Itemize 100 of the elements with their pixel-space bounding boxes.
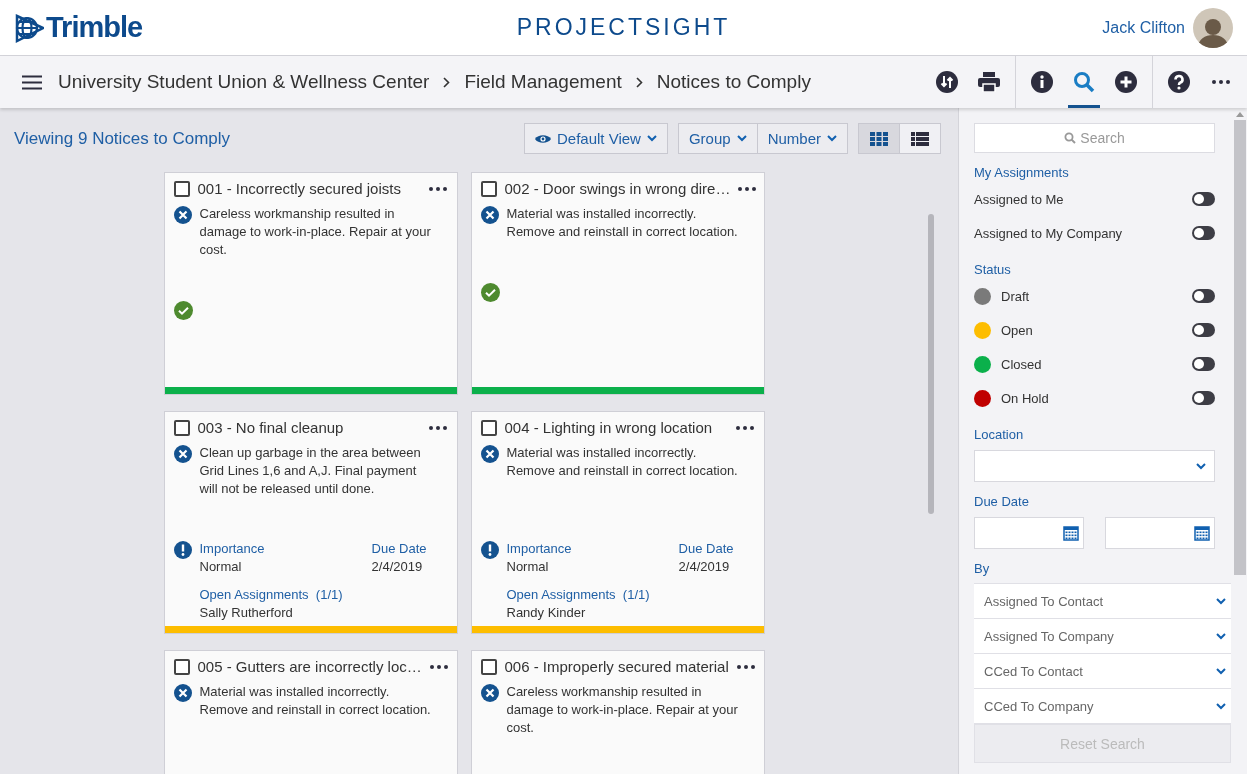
chevron-right-icon — [443, 76, 451, 88]
more-icon — [738, 186, 757, 191]
card-checkbox[interactable] — [173, 658, 190, 675]
breadcrumb[interactable]: University Student Union & Wellness Center — [58, 71, 430, 93]
grid-view-button[interactable] — [858, 123, 900, 154]
card-description: Material was installed incorrectly. Remove and reinstall in correct location. — [199, 683, 432, 719]
more-icon — [429, 664, 448, 669]
x-circle-icon — [173, 445, 192, 463]
section-heading: By — [974, 561, 991, 576]
chevron-right-icon — [635, 76, 643, 88]
check-circle-icon — [173, 301, 193, 320]
list-view-button[interactable] — [899, 123, 941, 154]
card-description: Material was installed incorrectly. Remove and reinstall in correct location. — [506, 205, 739, 241]
card-checkbox[interactable] — [480, 419, 497, 436]
breadcrumb[interactable]: Field Management — [464, 71, 622, 93]
toggle-switch[interactable] — [1192, 391, 1215, 405]
section-heading: Status — [974, 262, 1012, 277]
toggle-switch[interactable] — [1192, 226, 1215, 240]
card-title[interactable]: 006 - Improperly secured material — [504, 658, 729, 675]
toggle-switch[interactable] — [1192, 357, 1215, 371]
importance-value: Normal — [506, 558, 550, 576]
card-checkbox[interactable] — [173, 180, 190, 197]
app-title: PROJECTSIGHT — [516, 14, 731, 40]
view-dropdown[interactable]: Default View — [524, 123, 668, 154]
scrollbar-thumb[interactable] — [928, 214, 934, 514]
due-date-label: Due Date — [678, 540, 734, 558]
card-more-button[interactable] — [735, 425, 754, 430]
date-field[interactable] — [974, 517, 1084, 549]
caret-icon — [827, 135, 837, 142]
x-circle-icon — [173, 684, 192, 702]
filter-label: Draft — [1001, 288, 1031, 304]
more-icon — [428, 425, 447, 430]
scroll-up-icon[interactable] — [1236, 112, 1244, 117]
importance-value: Normal — [199, 558, 243, 576]
card-checkbox[interactable] — [480, 658, 497, 675]
caret-icon — [646, 135, 657, 142]
exclamation-circle-icon — [173, 541, 192, 559]
filter-dropdown[interactable]: CCed To Company — [974, 688, 1231, 724]
card-more-button[interactable] — [736, 664, 755, 669]
grid-icon — [870, 131, 888, 146]
due-date-label: Due Date — [371, 540, 427, 558]
open-assignments-label: Open Assignments (1/1) — [506, 586, 651, 604]
calendar-icon — [1194, 525, 1210, 541]
more-icon — [735, 425, 754, 430]
menu-icon — [22, 74, 42, 90]
filter-label: On Hold — [1001, 390, 1050, 406]
breadcrumb: Notices to Comply — [656, 71, 811, 93]
toggle-switch[interactable] — [1192, 323, 1215, 337]
filter-dropdown[interactable]: Assigned To Company — [974, 618, 1231, 654]
x-circle-icon — [480, 206, 499, 224]
toggle-switch[interactable] — [1192, 192, 1215, 206]
sort-dropdown[interactable]: Number — [756, 123, 848, 154]
filter-label: Assigned to Me — [974, 191, 1065, 207]
card-more-button[interactable] — [428, 425, 447, 430]
sync-icon — [936, 71, 958, 93]
due-date-value: 2/4/2019 — [678, 558, 731, 576]
card-title[interactable]: 003 - No final cleanup — [197, 419, 421, 436]
toggle-switch[interactable] — [1192, 289, 1215, 303]
exclamation-circle-icon — [480, 541, 499, 559]
filter-label: Open — [1001, 322, 1034, 338]
more-icon — [428, 186, 447, 191]
group-dropdown[interactable]: Group — [677, 123, 758, 154]
x-circle-icon — [480, 445, 499, 463]
caret-icon — [1216, 632, 1226, 640]
calendar-icon — [1063, 525, 1079, 541]
importance-label: Importance — [199, 540, 265, 558]
open-assignments-label: Open Assignments (1/1) — [199, 586, 344, 604]
card-title[interactable]: 004 - Lighting in wrong location — [504, 419, 728, 436]
card-more-button[interactable] — [428, 186, 447, 191]
card-more-button[interactable] — [429, 664, 448, 669]
caret-icon — [1216, 667, 1226, 675]
due-date-value: 2/4/2019 — [371, 558, 424, 576]
user-name[interactable]: Jack Clifton — [1102, 18, 1185, 37]
filter-dropdown[interactable]: Assigned To Contact — [974, 583, 1231, 619]
search-icon — [1073, 71, 1095, 93]
printer-icon — [978, 72, 1000, 92]
x-circle-icon — [173, 206, 192, 224]
result-count: Viewing 9 Notices to Comply — [14, 128, 232, 149]
card-title[interactable]: 001 - Incorrectly secured joists — [197, 180, 421, 197]
date-field[interactable] — [1105, 517, 1215, 549]
card-more-button[interactable] — [738, 186, 757, 191]
user-avatar[interactable] — [1193, 7, 1233, 48]
card-description: Careless workmanship resulted in damage to work-in-place. Repair at your cost. — [506, 683, 739, 737]
check-circle-icon — [480, 283, 500, 302]
filter-label: Assigned to My Company — [974, 225, 1124, 241]
list-icon — [911, 131, 929, 146]
scrollbar-thumb[interactable] — [1234, 120, 1246, 575]
filter-dropdown[interactable]: CCed To Contact — [974, 653, 1231, 689]
help-icon — [1168, 71, 1190, 93]
add-icon — [1115, 71, 1137, 93]
card-checkbox[interactable] — [480, 180, 497, 197]
card-title[interactable]: 002 - Door swings in wrong dire… — [504, 180, 731, 197]
eye-icon — [535, 133, 551, 144]
section-heading: Location — [974, 427, 1025, 442]
card-description: Material was installed incorrectly. Remove and reinstall in correct location. — [506, 444, 739, 480]
x-circle-icon — [480, 684, 499, 702]
card-title[interactable]: 005 - Gutters are incorrectly loc… — [197, 658, 422, 675]
section-heading: My Assignments — [974, 165, 1070, 180]
card-checkbox[interactable] — [173, 419, 190, 436]
card-description: Careless workmanship resulted in damage to work-in-place. Repair at your cost. — [199, 205, 432, 259]
